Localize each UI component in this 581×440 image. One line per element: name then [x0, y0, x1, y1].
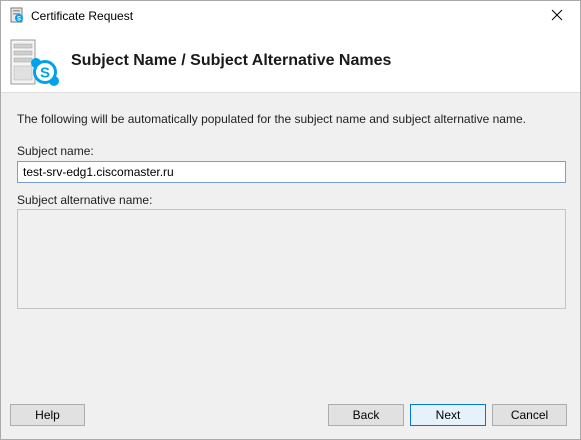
window-title: Certificate Request [31, 9, 134, 23]
close-icon [551, 9, 563, 24]
subject-name-field[interactable]: test-srv-edg1.ciscomaster.ru [17, 161, 566, 183]
subject-alternative-name-list[interactable] [17, 209, 566, 309]
next-button[interactable]: Next [410, 404, 486, 426]
certificate-app-icon: S [9, 7, 25, 23]
back-button[interactable]: Back [328, 404, 404, 426]
description-text: The following will be automatically popu… [17, 112, 526, 126]
cancel-button[interactable]: Cancel [492, 404, 567, 426]
close-button[interactable] [534, 1, 580, 31]
wizard-header: S Subject Name / Subject Alternative Nam… [1, 31, 580, 93]
page-title: Subject Name / Subject Alternative Names [71, 52, 392, 69]
title-bar[interactable]: S Certificate Request [1, 1, 580, 31]
help-button[interactable]: Help [10, 404, 85, 426]
skype-server-certificate-icon: S [9, 39, 61, 87]
certificate-request-window: S Certificate Request S Subject Name / S… [0, 0, 581, 440]
subject-alternative-name-label: Subject alternative name: [17, 193, 153, 207]
subject-name-label: Subject name: [17, 144, 94, 158]
svg-text:S: S [17, 17, 21, 23]
svg-text:S: S [40, 65, 50, 82]
